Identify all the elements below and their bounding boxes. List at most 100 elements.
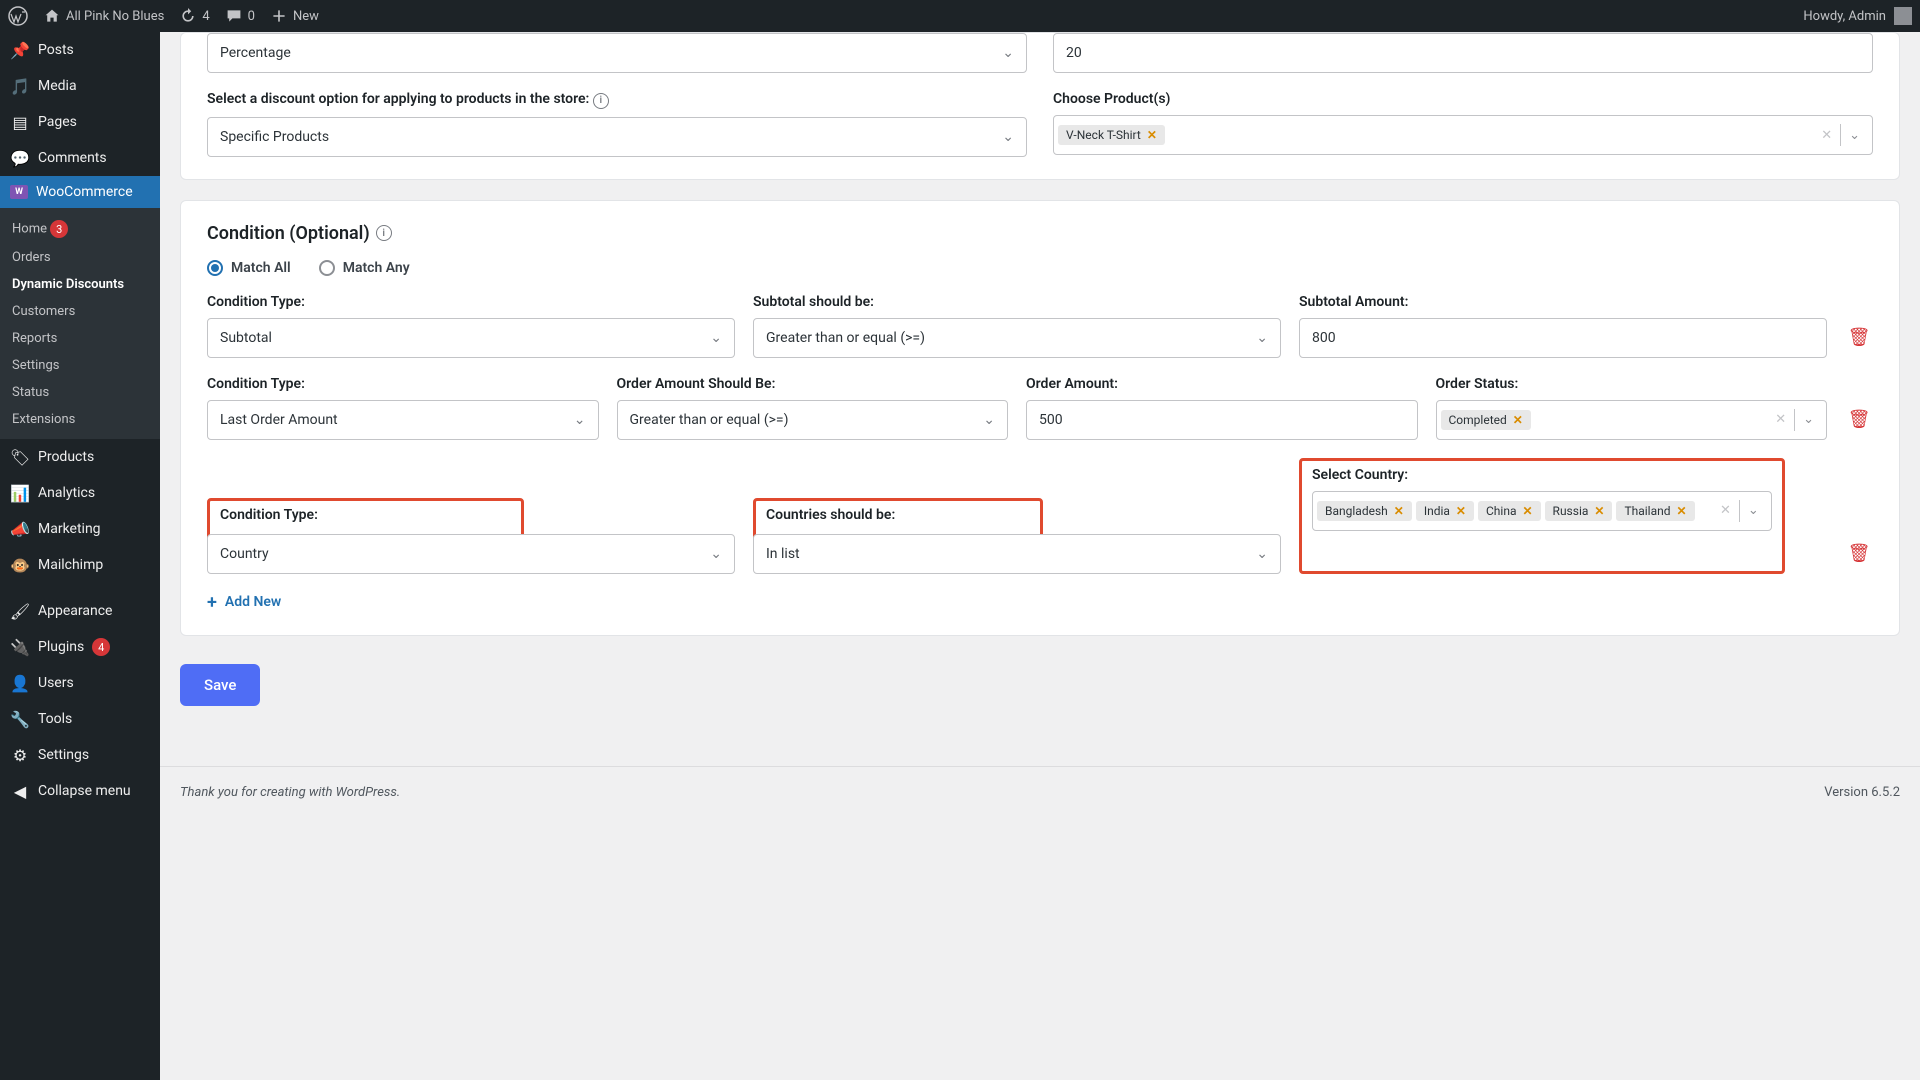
- submenu-extensions[interactable]: Extensions: [0, 406, 160, 433]
- match-any-radio[interactable]: Match Any: [319, 260, 410, 276]
- cond-type-select[interactable]: Last Order Amount⌄: [207, 400, 599, 440]
- highlight-box: Select Country: Bangladesh✕ India✕ China…: [1299, 458, 1785, 574]
- menu-comments[interactable]: 💬Comments: [0, 140, 160, 176]
- menu-users[interactable]: 👤Users: [0, 665, 160, 701]
- country-chip: Bangladesh✕: [1317, 501, 1412, 521]
- menu-plugins[interactable]: 🔌Plugins 4: [0, 629, 160, 665]
- menu-analytics[interactable]: 📊Analytics: [0, 475, 160, 511]
- avatar[interactable]: [1894, 7, 1912, 25]
- menu-marketing[interactable]: 📣Marketing: [0, 511, 160, 547]
- menu-woocommerce[interactable]: WWooCommerce: [0, 176, 160, 208]
- tag-icon: 🏷: [10, 447, 30, 467]
- clear-icon[interactable]: ✕: [1720, 503, 1731, 518]
- countries-op-select[interactable]: In list⌄: [753, 534, 1281, 574]
- cond-type-select[interactable]: Country⌄: [207, 534, 735, 574]
- new-link[interactable]: New: [271, 8, 319, 24]
- remove-chip-icon[interactable]: ✕: [1522, 504, 1532, 518]
- page-icon: ▤: [10, 112, 30, 132]
- refresh-icon: [180, 8, 196, 24]
- menu-settings[interactable]: ⚙Settings: [0, 737, 160, 773]
- submenu-customers[interactable]: Customers: [0, 298, 160, 325]
- order-status-multiselect[interactable]: Completed✕ ✕⌄: [1436, 400, 1828, 440]
- menu-media[interactable]: 🎵Media: [0, 68, 160, 104]
- remove-chip-icon[interactable]: ✕: [1513, 413, 1523, 427]
- submenu-reports[interactable]: Reports: [0, 325, 160, 352]
- menu-appearance[interactable]: 🖌Appearance: [0, 593, 160, 629]
- products-multiselect[interactable]: V-Neck T-Shirt✕ ✕ ⌄: [1053, 115, 1873, 155]
- updates-link[interactable]: 4: [180, 8, 209, 24]
- discount-option-select[interactable]: Specific Products ⌄: [207, 117, 1027, 157]
- submenu-settings[interactable]: Settings: [0, 352, 160, 379]
- info-icon[interactable]: i: [376, 225, 392, 241]
- submenu-orders[interactable]: Orders: [0, 244, 160, 271]
- country-chip: China✕: [1478, 501, 1541, 521]
- match-all-radio[interactable]: Match All: [207, 260, 291, 276]
- sliders-icon: ⚙: [10, 745, 30, 765]
- condition-row-2: Condition Type: Last Order Amount⌄ Order…: [207, 376, 1873, 440]
- discount-amount-input[interactable]: 20: [1053, 33, 1873, 73]
- order-amt-input[interactable]: 500: [1026, 400, 1418, 440]
- remove-chip-icon[interactable]: ✕: [1677, 504, 1687, 518]
- remove-chip-icon[interactable]: ✕: [1594, 504, 1604, 518]
- comment-icon: [226, 8, 242, 24]
- condition-title: Condition (Optional) i: [207, 223, 1873, 244]
- save-button[interactable]: Save: [180, 664, 260, 706]
- cond-type-label: Condition Type:: [207, 294, 735, 310]
- chevron-down-icon: ⌄: [574, 412, 586, 428]
- menu-products[interactable]: 🏷Products: [0, 439, 160, 475]
- admin-bar: All Pink No Blues 4 0 New Howdy, Admin: [0, 0, 1920, 32]
- clear-icon[interactable]: ✕: [1821, 128, 1832, 143]
- discount-option-label: Select a discount option for applying to…: [207, 91, 1027, 109]
- site-name-link[interactable]: All Pink No Blues: [44, 8, 164, 24]
- subtotal-op-label: Subtotal should be:: [753, 294, 1281, 310]
- main-content: Percentage ⌄ 20 Select a discount option…: [160, 32, 1920, 818]
- plus-icon: [271, 8, 287, 24]
- admin-sidebar: 📌Posts 🎵Media ▤Pages 💬Comments WWooComme…: [0, 32, 160, 1080]
- mailchimp-icon: 🐵: [10, 555, 30, 575]
- cond-type-select[interactable]: Subtotal⌄: [207, 318, 735, 358]
- submenu-dynamic-discounts[interactable]: Dynamic Discounts: [0, 271, 160, 298]
- footer-version: Version 6.5.2: [1824, 785, 1900, 800]
- menu-tools[interactable]: 🔧Tools: [0, 701, 160, 737]
- comments-link[interactable]: 0: [226, 8, 255, 24]
- menu-pages[interactable]: ▤Pages: [0, 104, 160, 140]
- product-chip: V-Neck T-Shirt✕: [1058, 125, 1165, 145]
- howdy-text[interactable]: Howdy, Admin: [1803, 9, 1886, 24]
- chevron-down-icon[interactable]: ⌄: [1803, 412, 1814, 427]
- order-op-select[interactable]: Greater than or equal (>=)⌄: [617, 400, 1009, 440]
- countries-label: Select Country:: [1312, 467, 1772, 483]
- discount-card: Percentage ⌄ 20 Select a discount option…: [180, 32, 1900, 180]
- menu-mailchimp[interactable]: 🐵Mailchimp: [0, 547, 160, 583]
- chevron-down-icon[interactable]: ⌄: [1748, 503, 1759, 518]
- remove-chip-icon[interactable]: ✕: [1394, 504, 1404, 518]
- cond-type-label: Condition Type:: [220, 507, 511, 523]
- subtotal-op-select[interactable]: Greater than or equal (>=)⌄: [753, 318, 1281, 358]
- wrench-icon: 🔧: [10, 709, 30, 729]
- collapse-icon: ◀: [10, 781, 30, 801]
- chevron-down-icon: ⌄: [710, 546, 722, 562]
- country-chip: India✕: [1416, 501, 1474, 521]
- chevron-down-icon: ⌄: [1002, 45, 1014, 61]
- menu-posts[interactable]: 📌Posts: [0, 32, 160, 68]
- discount-type-select[interactable]: Percentage ⌄: [207, 33, 1027, 73]
- countries-op-label: Countries should be:: [766, 507, 1030, 523]
- info-icon[interactable]: i: [593, 93, 609, 109]
- subtotal-amt-input[interactable]: 800: [1299, 318, 1827, 358]
- delete-row-icon[interactable]: 🗑: [1845, 409, 1873, 440]
- order-status-label: Order Status:: [1436, 376, 1828, 392]
- wp-logo[interactable]: [8, 6, 28, 26]
- user-icon: 👤: [10, 673, 30, 693]
- media-icon: 🎵: [10, 76, 30, 96]
- delete-row-icon[interactable]: 🗑: [1845, 543, 1873, 574]
- remove-chip-icon[interactable]: ✕: [1456, 504, 1466, 518]
- submenu-status[interactable]: Status: [0, 379, 160, 406]
- countries-multiselect[interactable]: Bangladesh✕ India✕ China✕ Russia✕ Thaila…: [1312, 491, 1772, 531]
- remove-chip-icon[interactable]: ✕: [1147, 128, 1157, 142]
- admin-footer: Thank you for creating with WordPress. V…: [160, 766, 1920, 818]
- submenu-home[interactable]: Home 3: [0, 214, 160, 244]
- add-new-button[interactable]: + Add New: [207, 592, 281, 613]
- delete-row-icon[interactable]: 🗑: [1845, 327, 1873, 358]
- clear-icon[interactable]: ✕: [1775, 412, 1786, 427]
- menu-collapse[interactable]: ◀Collapse menu: [0, 773, 160, 809]
- chevron-down-icon[interactable]: ⌄: [1849, 128, 1860, 143]
